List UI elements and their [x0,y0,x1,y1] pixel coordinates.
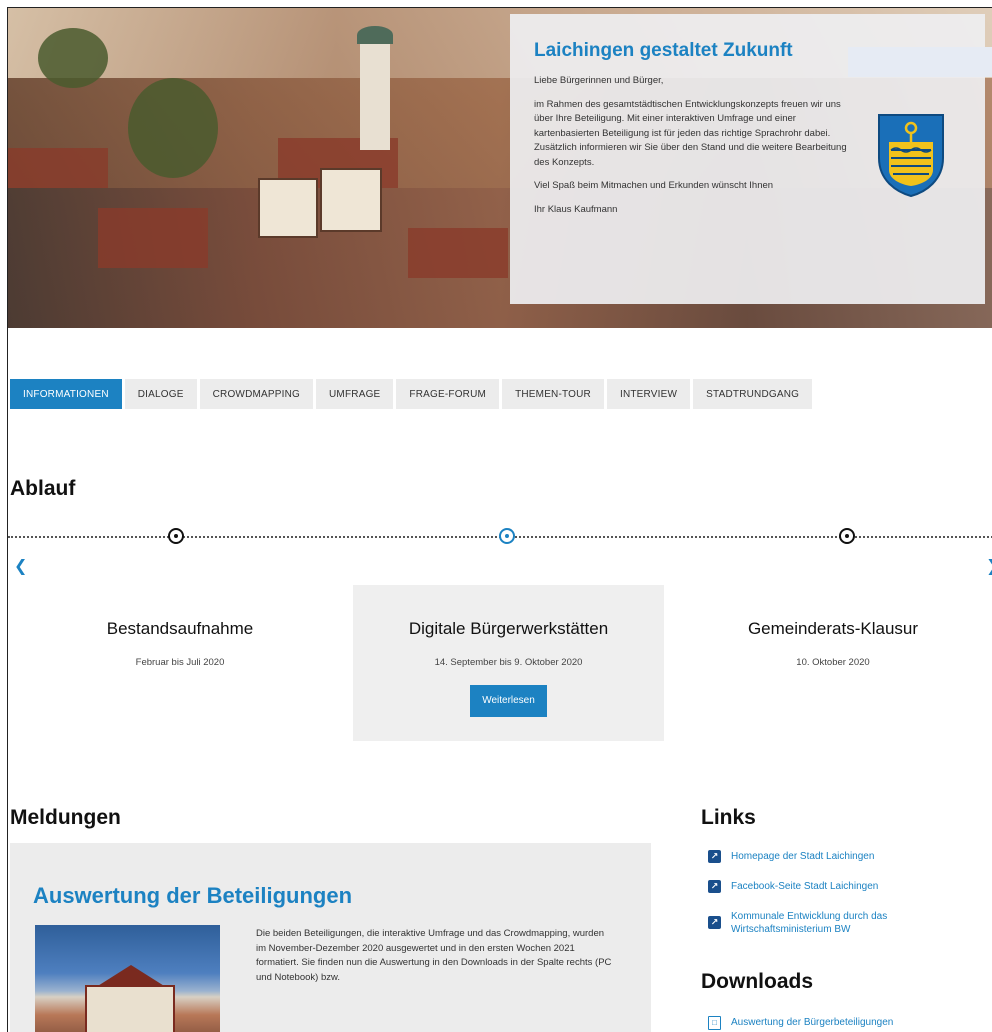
hero-roof [8,148,108,188]
intro-signature: Ihr Klaus Kaufmann [534,203,618,215]
link-item[interactable]: ↗ Homepage der Stadt Laichingen [708,850,978,863]
tab-umfrage[interactable]: UMFRAGE [316,379,394,409]
external-link-icon: ↗ [708,880,721,893]
news-image-house [85,985,175,1032]
tab-crowdmapping[interactable]: CROWDMAPPING [199,379,314,409]
hero-roof [408,228,508,278]
intro-decor-strip [848,47,992,77]
downloads-heading: Downloads [701,970,814,993]
hero-roof [98,208,208,268]
external-link-icon: ↗ [708,916,721,929]
link-label[interactable]: Homepage der Stadt Laichingen [731,850,874,863]
news-title[interactable]: Auswertung der Beteiligungen [33,883,352,909]
hero-banner: Laichingen gestaltet Zukunft Liebe Bürge… [8,8,992,328]
phase-gemeinderats-klausur: Gemeinderats-Klausur 10. Oktober 2020 [678,585,988,741]
hero-house [320,168,382,232]
timeline-node[interactable] [168,528,184,544]
phase-title: Digitale Bürgerwerkstätten [408,619,609,638]
tab-frage-forum[interactable]: FRAGE-FORUM [396,379,500,409]
link-label[interactable]: Kommunale Entwicklung durch das Wirtscha… [731,910,978,936]
phase-date: Februar bis Juli 2020 [135,657,225,668]
phase-digitale-buergerwerkstaetten: Digitale Bürgerwerkstätten 14. September… [353,585,664,741]
tab-interview[interactable]: INTERVIEW [606,379,691,409]
page-frame: Laichingen gestaltet Zukunft Liebe Bürge… [7,7,992,1032]
tab-dialoge[interactable]: DIALOGE [124,379,197,409]
hero-house [258,178,318,238]
links-list: ↗ Homepage der Stadt Laichingen ↗ Facebo… [708,850,978,953]
phase-title: Bestandsaufnahme [106,619,254,638]
timeline-node-active[interactable] [499,528,515,544]
coat-of-arms-icon [878,114,944,198]
chevron-right-icon[interactable]: ❯ [986,556,992,576]
main-tabs: INFORMATIONEN DIALOGE CROWDMAPPING UMFRA… [10,379,813,409]
weiterlesen-button[interactable]: Weiterlesen [470,685,547,717]
hero-tree [38,28,108,88]
external-link-icon: ↗ [708,850,721,863]
link-item[interactable]: ↗ Kommunale Entwicklung durch das Wirtsc… [708,910,978,936]
meldungen-heading: Meldungen [10,806,121,829]
links-heading: Links [701,806,756,829]
phase-bestandsaufnahme: Bestandsaufnahme Februar bis Juli 2020 [20,585,340,741]
phase-date: 10. Oktober 2020 [796,657,870,668]
phase-title: Gemeinderats-Klausur [747,619,919,638]
download-item[interactable]: □ Auswertung der Bürgerbeteiligungen [708,1016,978,1030]
phase-date: 14. September bis 9. Oktober 2020 [434,657,583,668]
tab-stadtrundgang[interactable]: STADTRUNDGANG [693,379,813,409]
intro-greeting: Liebe Bürgerinnen und Bürger, [534,75,664,86]
hero-church-tower [357,26,393,150]
ablauf-heading: Ablauf [10,477,76,500]
tab-themen-tour[interactable]: THEMEN-TOUR [502,379,604,409]
news-image[interactable] [35,925,220,1032]
intro-panel: Laichingen gestaltet Zukunft Liebe Bürge… [510,14,992,304]
pdf-file-icon: □ [708,1016,721,1030]
intro-body: im Rahmen des gesamtstädtischen Entwickl… [534,98,847,168]
news-card: Auswertung der Beteiligungen Die beiden … [10,843,651,1032]
intro-wish: Viel Spaß beim Mitmachen und Erkunden wü… [534,180,774,191]
download-label[interactable]: Auswertung der Bürgerbeteiligungen [731,1016,893,1029]
news-text: Die beiden Beteiligungen, die interaktiv… [256,928,612,983]
hero-tree [128,78,218,178]
timeline-node[interactable] [839,528,855,544]
link-label[interactable]: Facebook-Seite Stadt Laichingen [731,880,878,893]
downloads-list: □ Auswertung der Bürgerbeteiligungen [708,1016,978,1032]
chevron-left-icon[interactable]: ❮ [14,556,27,576]
link-item[interactable]: ↗ Facebook-Seite Stadt Laichingen [708,880,978,893]
tab-informationen[interactable]: INFORMATIONEN [10,379,122,409]
